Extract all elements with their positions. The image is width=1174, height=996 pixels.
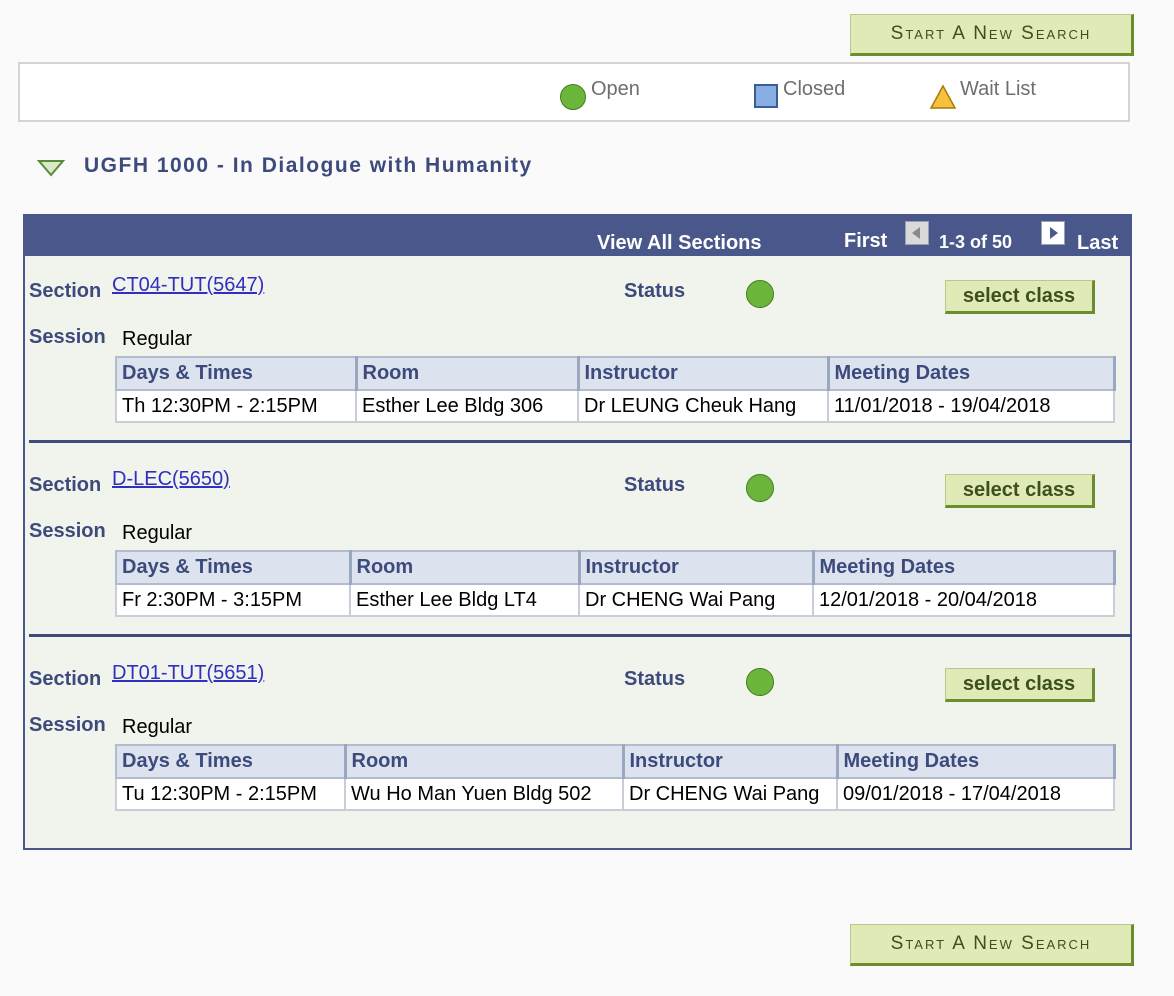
days-times-cell: Fr 2:30PM - 3:15PM — [115, 583, 351, 617]
select-class-label: select class — [962, 672, 1076, 695]
wait-list-status-icon — [929, 84, 957, 109]
previous-icon[interactable] — [905, 221, 929, 245]
legend-closed-label: Closed — [783, 78, 846, 100]
section-label: Section — [29, 668, 102, 690]
meeting-dates-cell: 12/01/2018 - 20/04/2018 — [812, 583, 1115, 617]
meeting-table: Days & Times Room Instructor Meeting Dat… — [115, 550, 1116, 617]
session-label: Session — [29, 714, 106, 736]
col-meeting-dates: Meeting Dates — [836, 744, 1116, 779]
table-row: Tu 12:30PM - 2:15PM Wu Ho Man Yuen Bldg … — [115, 777, 1115, 811]
select-class-label: select class — [962, 284, 1076, 307]
select-class-label: select class — [962, 478, 1076, 501]
collapse-triangle-icon[interactable] — [37, 159, 65, 177]
section-link[interactable]: D-LEC(5650) — [112, 468, 230, 491]
col-instructor: Instructor — [578, 550, 815, 585]
instructor-cell: Dr LEUNG Cheuk Hang — [577, 389, 829, 423]
course-title: UGFH 1000 - In Dialogue with Humanity — [84, 154, 533, 177]
legend-open-label: Open — [591, 78, 640, 100]
col-instructor: Instructor — [622, 744, 839, 779]
legend-wait-list-label: Wait List — [960, 78, 1036, 100]
session-value: Regular — [122, 328, 193, 350]
table-row: Th 12:30PM - 2:15PM Esther Lee Bldg 306 … — [115, 389, 1115, 423]
view-all-sections-link[interactable]: View All Sections — [597, 232, 762, 255]
col-room: Room — [355, 356, 580, 391]
first-link[interactable]: First — [844, 230, 887, 253]
session-label: Session — [29, 326, 106, 348]
instructor-cell: Dr CHENG Wai Pang — [578, 583, 814, 617]
col-meeting-dates: Meeting Dates — [827, 356, 1116, 391]
start-new-search-button-top[interactable]: Start A New Search — [850, 14, 1134, 56]
section-link[interactable]: CT04-TUT(5647) — [112, 274, 264, 297]
meeting-dates-cell: 11/01/2018 - 19/04/2018 — [827, 389, 1115, 423]
open-status-icon — [746, 280, 774, 308]
status-label: Status — [624, 668, 686, 690]
room-cell: Esther Lee Bldg 306 — [355, 389, 579, 423]
col-room: Room — [344, 744, 625, 779]
instructor-cell: Dr CHENG Wai Pang — [622, 777, 838, 811]
room-cell: Esther Lee Bldg LT4 — [349, 583, 580, 617]
start-new-search-label: Start A New Search — [890, 933, 1092, 954]
sections-panel: View All Sections First 1-3 of 50 Last S… — [23, 214, 1132, 850]
status-label: Status — [624, 280, 686, 302]
col-instructor: Instructor — [577, 356, 830, 391]
table-row: Fr 2:30PM - 3:15PM Esther Lee Bldg LT4 D… — [115, 583, 1115, 617]
last-link[interactable]: Last — [1077, 232, 1118, 255]
days-times-cell: Th 12:30PM - 2:15PM — [115, 389, 357, 423]
select-class-button[interactable]: select class — [945, 668, 1095, 702]
sections-nav-bar: View All Sections First 1-3 of 50 Last — [25, 216, 1130, 256]
session-value: Regular — [122, 716, 193, 738]
col-days-times: Days & Times — [115, 550, 352, 585]
session-label: Session — [29, 520, 106, 542]
session-value: Regular — [122, 522, 193, 544]
start-new-search-label: Start A New Search — [890, 23, 1092, 44]
section-link[interactable]: DT01-TUT(5651) — [112, 662, 264, 685]
section-divider — [29, 440, 1132, 443]
days-times-cell: Tu 12:30PM - 2:15PM — [115, 777, 346, 811]
open-status-icon — [746, 474, 774, 502]
meeting-dates-cell: 09/01/2018 - 17/04/2018 — [836, 777, 1115, 811]
open-status-icon — [560, 84, 586, 110]
col-days-times: Days & Times — [115, 356, 358, 391]
start-new-search-button-bottom[interactable]: Start A New Search — [850, 924, 1134, 966]
closed-status-icon — [754, 84, 778, 108]
open-status-icon — [746, 668, 774, 696]
next-icon[interactable] — [1041, 221, 1065, 245]
status-legend: Open Closed Wait List — [18, 62, 1130, 122]
section-divider — [29, 634, 1132, 637]
select-class-button[interactable]: select class — [945, 280, 1095, 314]
section-label: Section — [29, 280, 102, 302]
col-room: Room — [349, 550, 581, 585]
select-class-button[interactable]: select class — [945, 474, 1095, 508]
meeting-table: Days & Times Room Instructor Meeting Dat… — [115, 356, 1116, 423]
section-label: Section — [29, 474, 102, 496]
col-meeting-dates: Meeting Dates — [812, 550, 1116, 585]
status-label: Status — [624, 474, 686, 496]
room-cell: Wu Ho Man Yuen Bldg 502 — [344, 777, 624, 811]
page-range: 1-3 of 50 — [939, 232, 1013, 252]
col-days-times: Days & Times — [115, 744, 347, 779]
meeting-table: Days & Times Room Instructor Meeting Dat… — [115, 744, 1116, 811]
